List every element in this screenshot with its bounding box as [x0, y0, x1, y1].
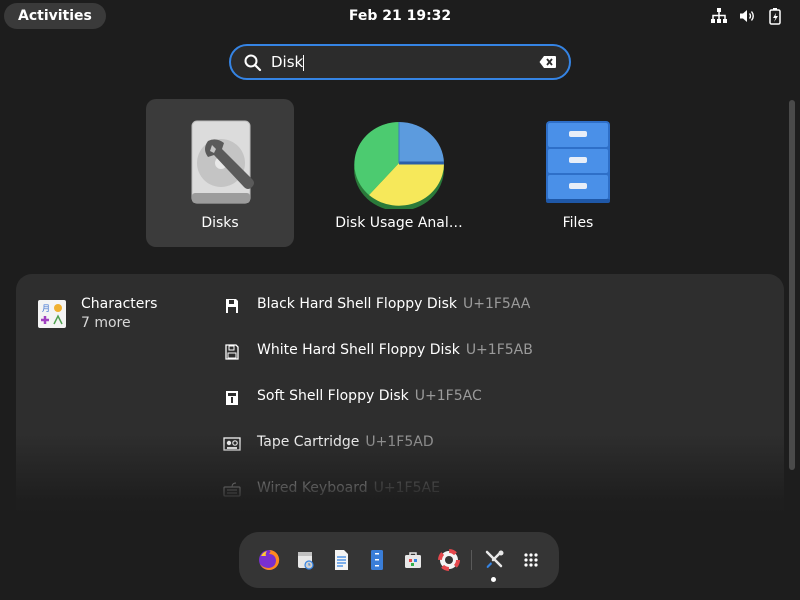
files-app-icon: [546, 121, 610, 203]
svg-text:月: 月: [42, 304, 50, 313]
character-result[interactable]: Black Hard Shell Floppy Disk U+1F5AA: [221, 294, 741, 318]
character-code: U+1F5AD: [365, 434, 434, 450]
character-result[interactable]: White Hard Shell Floppy Disk U+1F5AB: [221, 340, 741, 364]
screen: Activities Feb 21 19:32 Disk Disks Disk …: [0, 0, 800, 600]
character-result[interactable]: Wired Keyboard U+1F5AE: [221, 478, 741, 502]
text-caret: [303, 55, 304, 71]
provider-more-count: 7 more: [81, 315, 131, 331]
character-name: Black Hard Shell Floppy Disk U+1F5AA: [257, 296, 531, 312]
system-tray[interactable]: [710, 7, 784, 25]
character-name: White Hard Shell Floppy Disk U+1F5AB: [257, 342, 533, 358]
app-grid-icon[interactable]: [519, 548, 543, 572]
search-box[interactable]: [229, 44, 571, 80]
running-indicator: [491, 577, 496, 582]
character-name: Soft Shell Floppy Disk U+1F5AC: [257, 388, 482, 404]
help-icon[interactable]: [437, 548, 461, 572]
search-icon: [244, 54, 262, 72]
dock-separator: [471, 550, 472, 570]
app-result-disk-usage-analyzer[interactable]: Disk Usage Anal…: [325, 99, 473, 247]
characters-app-icon: 月: [38, 300, 66, 328]
files-icon[interactable]: [365, 548, 389, 572]
disks-app-icon: [191, 120, 254, 204]
character-name: Wired Keyboard U+1F5AE: [257, 480, 440, 496]
tape-cartridge-glyph: [223, 437, 241, 451]
wired-keyboard-glyph: [223, 482, 241, 497]
dock: [239, 532, 559, 588]
network-wired-icon[interactable]: [710, 7, 728, 25]
soft-floppy-glyph: [226, 391, 238, 405]
app-label: Files: [562, 215, 594, 231]
characters-results-panel: 月 Characters 7 more Black Hard Shell Flo…: [16, 274, 784, 514]
character-code: U+1F5AC: [414, 388, 482, 404]
text-editor-icon[interactable]: [329, 548, 353, 572]
provider-name: Characters: [81, 296, 158, 312]
disk-usage-analyzer-icon: [354, 122, 445, 209]
calendar-icon[interactable]: [293, 548, 317, 572]
character-name: Tape Cartridge U+1F5AD: [257, 434, 434, 450]
app-result-disks[interactable]: Disks: [146, 99, 294, 247]
search-input[interactable]: [271, 50, 531, 74]
character-result[interactable]: Soft Shell Floppy Disk U+1F5AC: [221, 386, 741, 410]
clock[interactable]: Feb 21 19:32: [0, 0, 800, 32]
scrollbar[interactable]: [789, 100, 795, 470]
character-result[interactable]: Tape Cartridge U+1F5AD: [221, 432, 741, 456]
app-label: Disks: [201, 215, 239, 231]
top-bar: Activities Feb 21 19:32: [0, 0, 800, 32]
firefox-icon[interactable]: [257, 548, 281, 572]
battery-icon[interactable]: [766, 7, 784, 25]
clear-icon[interactable]: [539, 55, 557, 69]
character-code: U+1F5AB: [465, 342, 533, 358]
volume-icon[interactable]: [738, 7, 756, 25]
character-code: U+1F5AE: [373, 480, 440, 496]
software-icon[interactable]: [401, 548, 425, 572]
white-floppy-glyph: [225, 344, 239, 360]
character-code: U+1F5AA: [462, 296, 531, 312]
app-result-files[interactable]: Files: [504, 99, 652, 247]
black-floppy-glyph: [226, 299, 238, 313]
tools-icon[interactable]: [482, 548, 506, 572]
app-label: Disk Usage Anal…: [335, 215, 463, 231]
